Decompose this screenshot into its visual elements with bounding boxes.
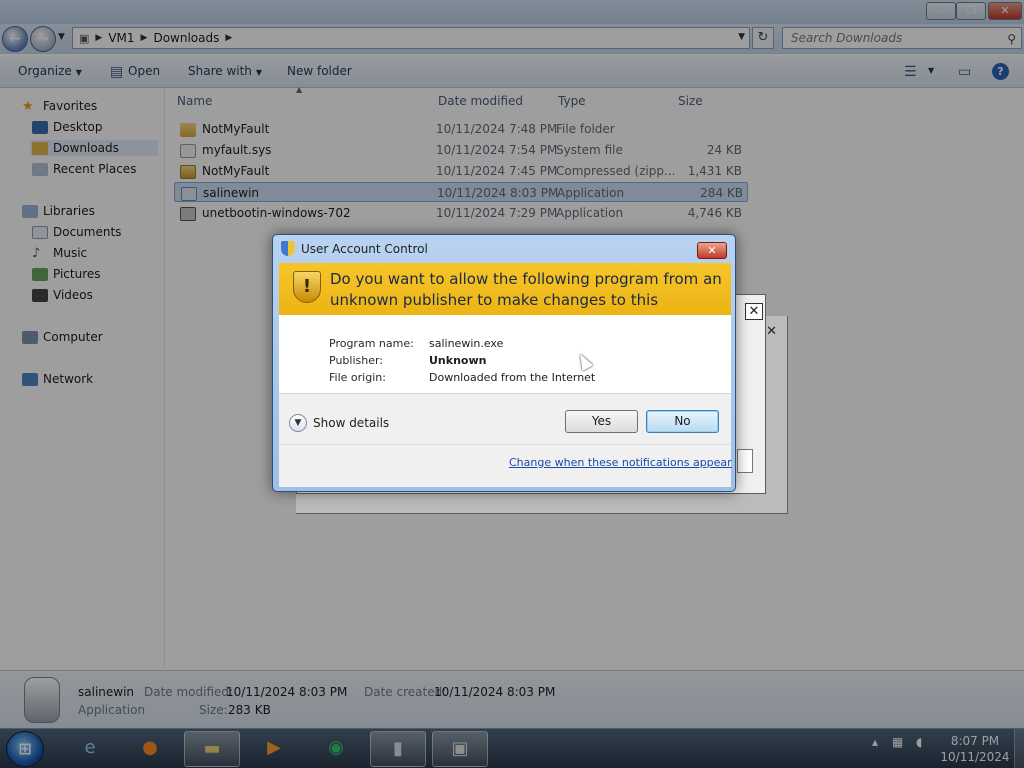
yes-button[interactable]: Yes: [565, 410, 638, 433]
file-origin-label: File origin:: [329, 371, 386, 384]
uac-footer: ▼ Show details Yes No Change when these …: [279, 393, 732, 487]
background-dialog-close-button[interactable]: ✕: [745, 303, 763, 320]
chevron-down-icon: ▼: [289, 414, 307, 432]
uac-dialog: User Account Control ✕ ! Do you want to …: [272, 234, 736, 492]
show-details-label: Show details: [313, 416, 390, 430]
change-notifications-link[interactable]: Change when these notifications appear: [509, 456, 732, 469]
warning-shield-icon: !: [293, 271, 321, 303]
close-icon: ✕: [707, 244, 717, 257]
program-name-value: salinewin.exe: [429, 337, 504, 350]
uac-close-button[interactable]: ✕: [697, 242, 727, 259]
uac-warning-banner: ! Do you want to allow the following pro…: [279, 263, 731, 330]
uac-title-bar: User Account Control: [281, 241, 428, 256]
publisher-value: Unknown: [429, 354, 487, 367]
uac-body: Program name: salinewin.exe Publisher: U…: [279, 315, 732, 487]
background-dialog-button[interactable]: [737, 449, 753, 473]
uac-title: User Account Control: [301, 241, 428, 256]
file-origin-value: Downloaded from the Internet: [429, 371, 596, 384]
footer-divider: [279, 444, 731, 445]
no-button[interactable]: No: [646, 410, 719, 433]
program-name-label: Program name:: [329, 337, 414, 350]
show-details-toggle[interactable]: ▼ Show details: [289, 414, 389, 432]
publisher-label: Publisher:: [329, 354, 384, 367]
close-icon: ✕: [748, 304, 760, 319]
close-icon: ✕: [766, 324, 777, 339]
uac-shield-icon: [281, 241, 295, 256]
